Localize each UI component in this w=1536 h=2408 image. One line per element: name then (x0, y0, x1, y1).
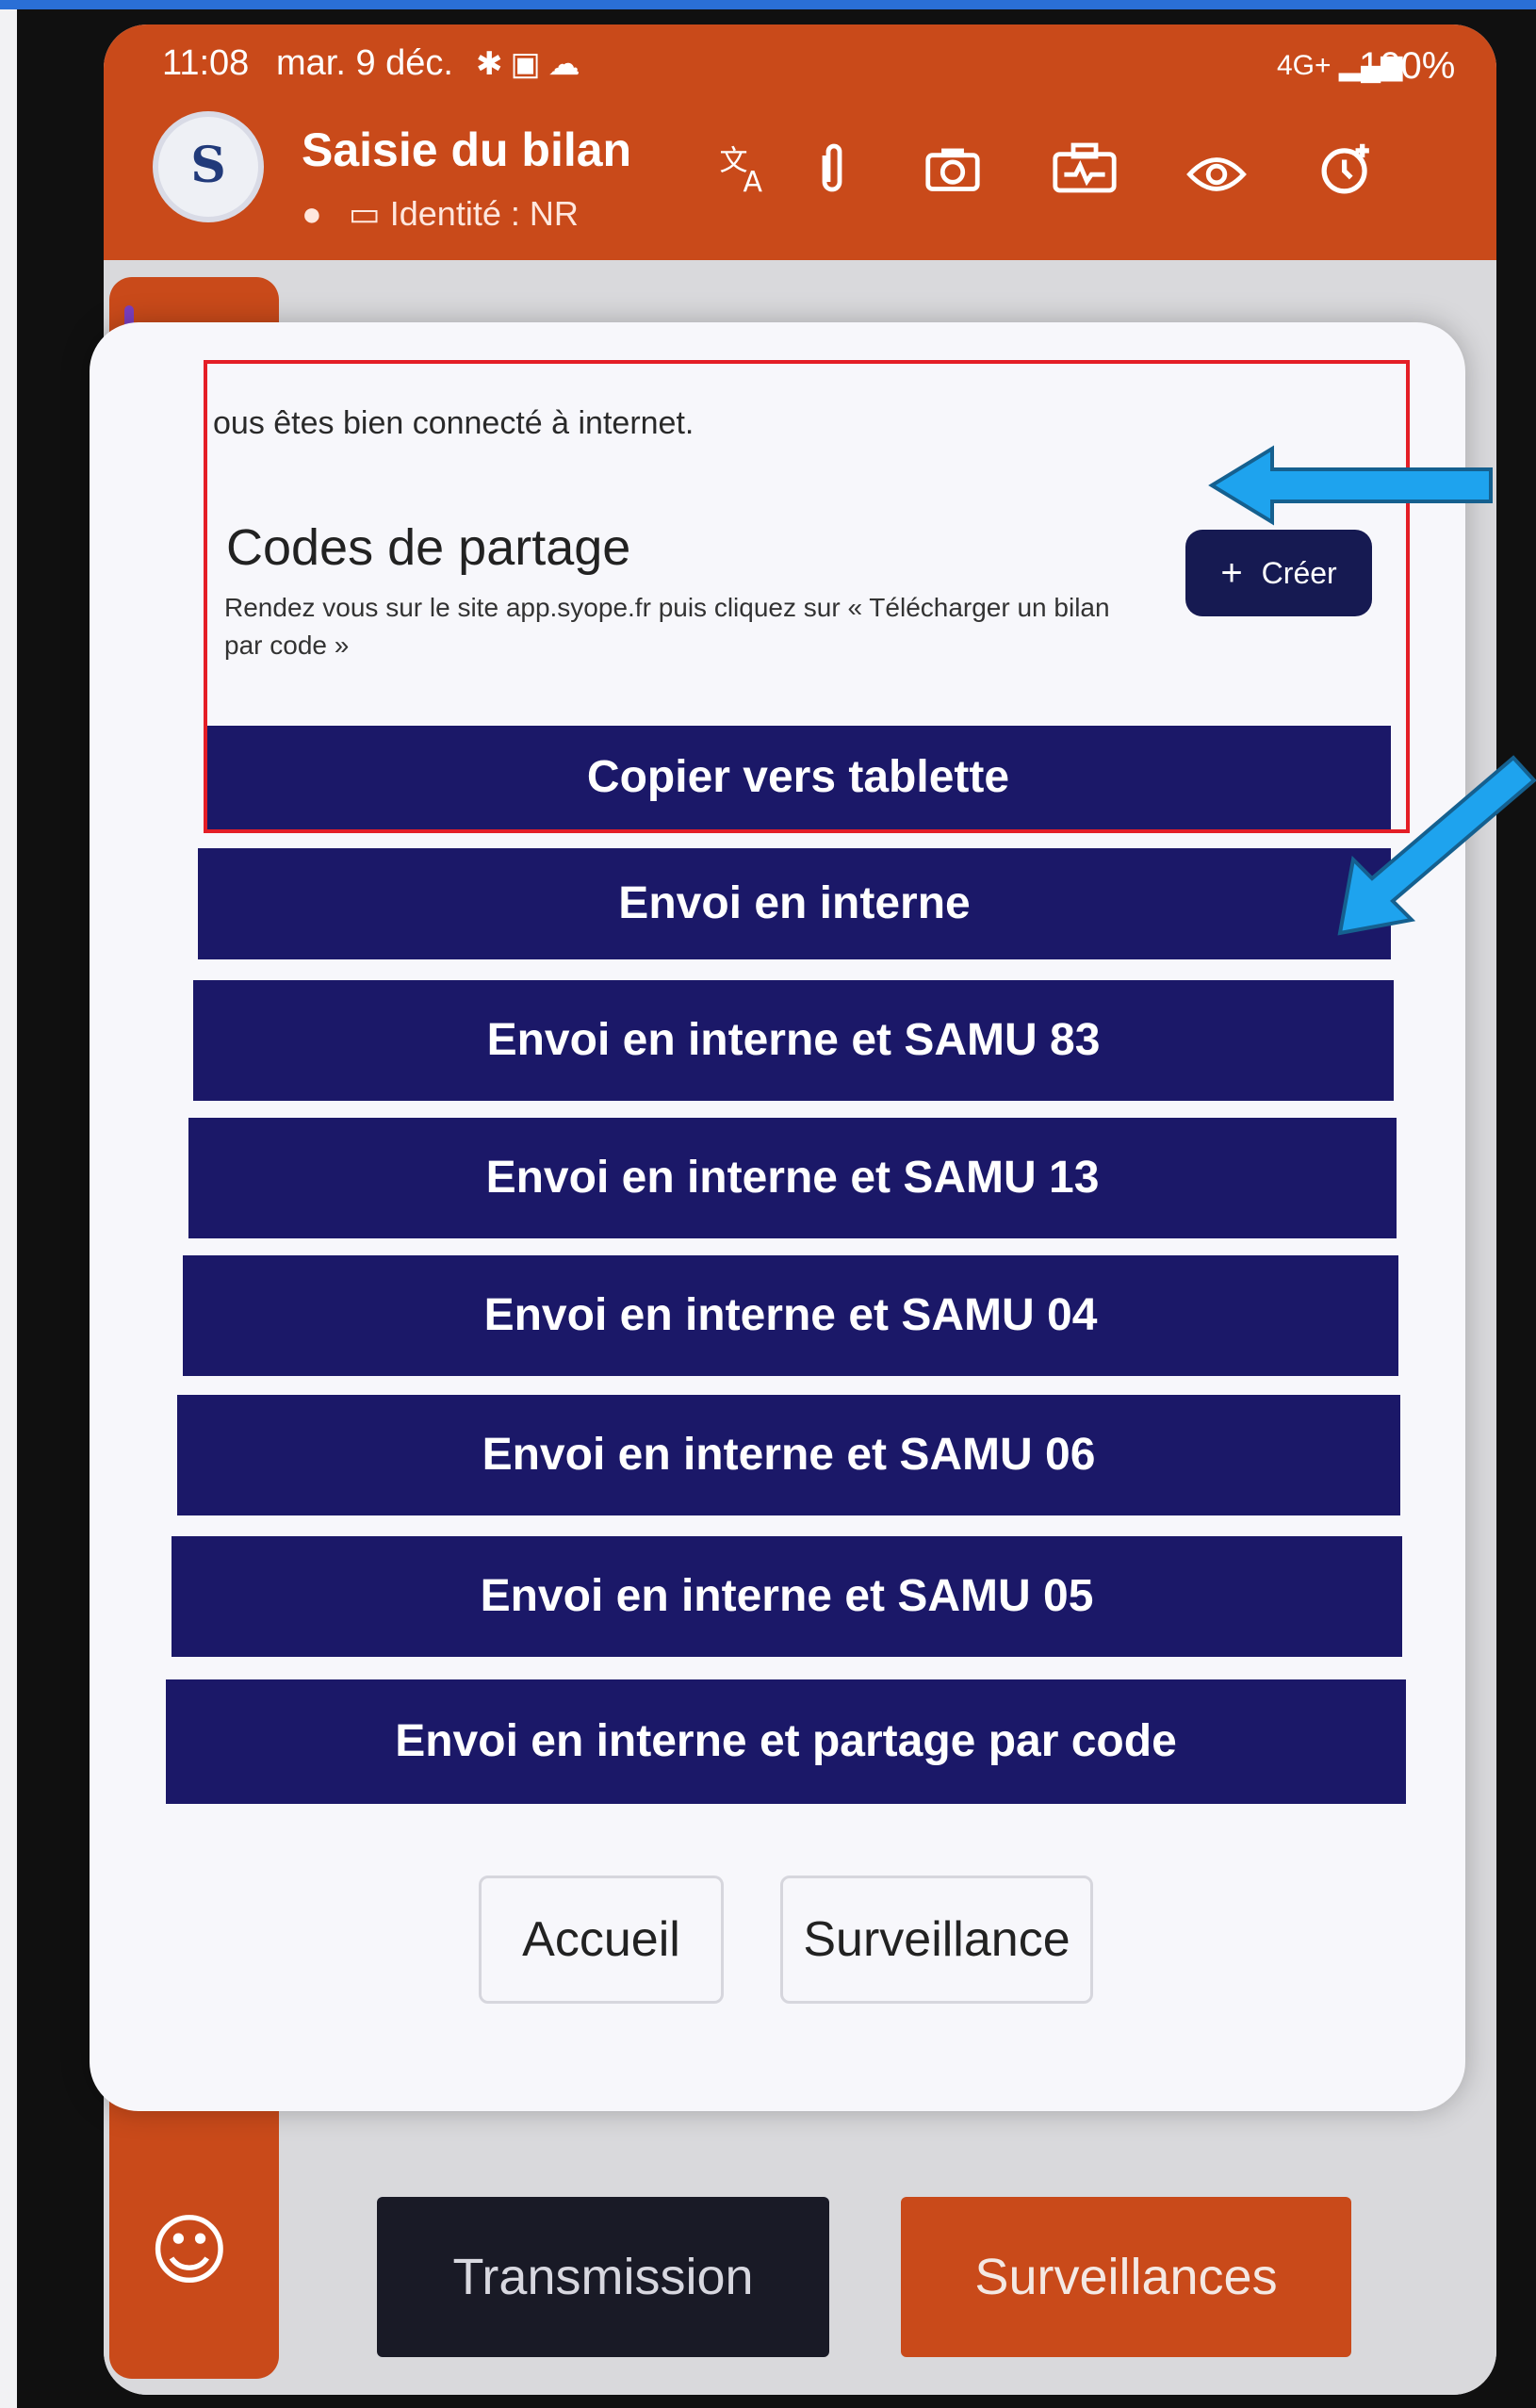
page-title: Saisie du bilan (302, 123, 632, 176)
identity-label: Identité : NR (389, 194, 579, 233)
status-date: mar. 9 déc. (276, 43, 453, 83)
home-button[interactable]: Accueil (479, 1876, 724, 2004)
timer-add-icon[interactable] (1308, 139, 1385, 217)
network-type: 4G+ (1277, 50, 1332, 81)
send-samu-04-button[interactable]: Envoi en interne et SAMU 04 (183, 1255, 1398, 1376)
monitoring-button[interactable]: Surveillance (780, 1876, 1093, 2004)
bug-icon: ✱ (476, 46, 511, 82)
medical-kit-icon-glyph (1053, 142, 1117, 193)
annotation-arrow-diagonal (1337, 755, 1536, 936)
send-samu-13-button[interactable]: Envoi en interne et SAMU 13 (188, 1118, 1397, 1238)
person-icon: ● (302, 194, 322, 233)
cloud-icon: ☁ (547, 46, 588, 82)
annotation-highlight-box (204, 360, 1410, 833)
camera-icon-glyph (925, 148, 980, 191)
timer-add-icon-glyph (1321, 143, 1369, 194)
eye-icon[interactable] (1178, 139, 1255, 217)
avatar[interactable]: S (153, 111, 264, 222)
id-card-icon: ▭ (348, 194, 390, 233)
identity-line: ● ▭ Identité : NR (302, 194, 579, 234)
camera-icon[interactable] (914, 139, 991, 217)
send-samu-06-button[interactable]: Envoi en interne et SAMU 06 (177, 1395, 1400, 1515)
baby-icon[interactable]: ☺ (149, 2206, 229, 2296)
attachment-icon[interactable] (793, 139, 871, 217)
annotation-arrow-left (1208, 445, 1493, 526)
send-samu-05-button[interactable]: Envoi en interne et SAMU 05 (172, 1536, 1402, 1657)
attachment-icon-glyph (822, 143, 842, 192)
internal-send-button[interactable]: Envoi en interne (198, 848, 1391, 959)
notification-icons: ✱▣☁ (476, 45, 588, 83)
medical-kit-icon[interactable] (1046, 139, 1123, 217)
svg-text:A: A (743, 166, 763, 196)
calendar-icon: ▣ (510, 46, 548, 82)
translate-icon-glyph: 文A (720, 145, 763, 200)
top-edge-line (0, 0, 1536, 9)
transmission-button[interactable]: Transmission (377, 2197, 829, 2357)
battery-level: 100% (1359, 45, 1456, 87)
left-frame (0, 9, 17, 2408)
translate-icon[interactable]: 文A (707, 139, 784, 217)
surveillances-button[interactable]: Surveillances (901, 2197, 1351, 2357)
app-header: 11:08 mar. 9 déc. ✱▣☁ 4G+ ▂▄▆ 100% S Sai… (104, 25, 1496, 260)
send-samu-83-button[interactable]: Envoi en interne et SAMU 83 (193, 980, 1394, 1101)
status-time: 11:08 (162, 43, 250, 83)
eye-icon-glyph (1186, 157, 1247, 191)
send-share-by-code-button[interactable]: Envoi en interne et partage par code (166, 1679, 1406, 1804)
